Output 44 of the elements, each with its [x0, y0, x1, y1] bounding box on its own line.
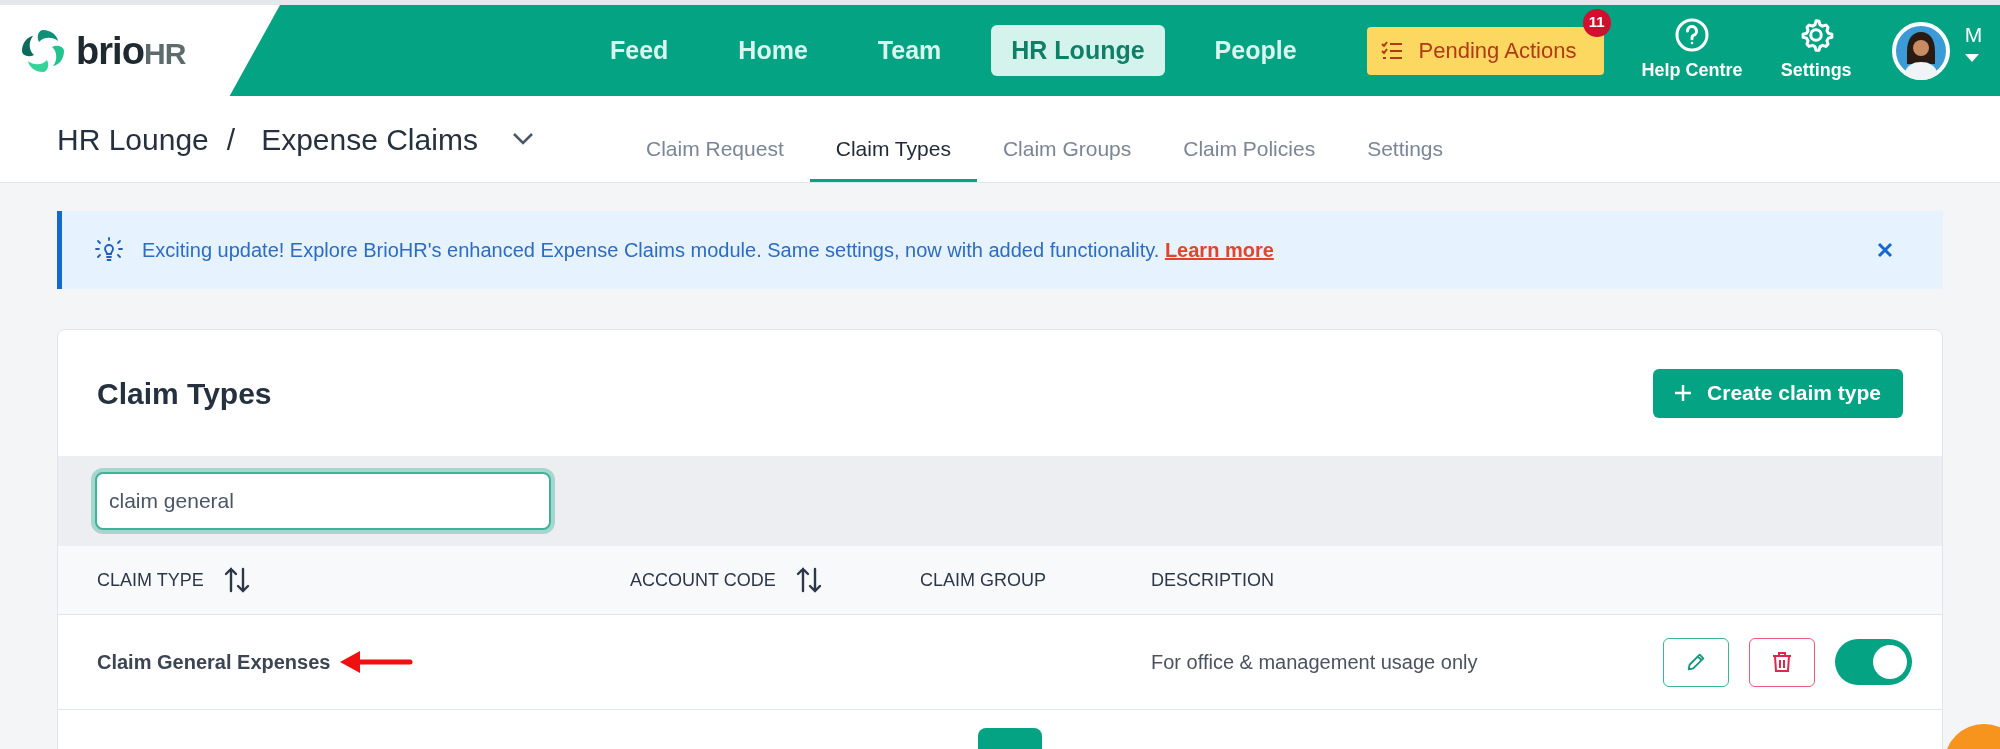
- toggle-switch[interactable]: [1835, 639, 1912, 686]
- edit-button[interactable]: [1663, 637, 1729, 687]
- table-cell-text: For office & management usage only: [1151, 650, 1478, 676]
- sort-icon[interactable]: [223, 566, 250, 595]
- avatar[interactable]: [1891, 21, 1950, 80]
- tab[interactable]: Claim Request: [620, 96, 810, 182]
- trash-icon: [1772, 651, 1792, 674]
- card-title: Claim Types: [97, 375, 272, 412]
- plus-icon: [1675, 385, 1692, 401]
- nav-item[interactable]: People: [1194, 24, 1317, 77]
- search-field[interactable]: claim general: [95, 471, 551, 530]
- nav-item[interactable]: Home: [718, 24, 828, 77]
- column-header: CLAIM TYPE: [97, 568, 204, 592]
- close-icon[interactable]: [1877, 242, 1893, 258]
- table-cell-text: Claim General Expenses: [97, 650, 331, 676]
- column-header: DESCRIPTION: [1151, 568, 1274, 592]
- logo-text: brioHR: [76, 31, 186, 70]
- nav-item[interactable]: Team: [857, 24, 962, 77]
- tab[interactable]: Claim Policies: [1157, 96, 1342, 182]
- banner-message: Exciting update! Explore BrioHR's enhanced Expense Claims module. Same settings, now with added functionality. Learn more: [142, 238, 1274, 263]
- notification-badge: 11: [1582, 8, 1611, 37]
- pending-actions-button[interactable]: Pending Actions: [1366, 26, 1604, 75]
- column-header: ACCOUNT CODE: [630, 568, 776, 592]
- tab[interactable]: Claim Groups: [976, 96, 1158, 182]
- breadcrumb-current: Expense Claims: [261, 121, 478, 158]
- user-initial: M: [1964, 24, 1983, 45]
- lightbulb-icon: [94, 237, 124, 263]
- delete-button[interactable]: [1749, 637, 1815, 687]
- utility-link[interactable]: Settings: [1780, 17, 1852, 84]
- help-icon: [1674, 17, 1711, 53]
- tab[interactable]: Settings: [1341, 96, 1470, 182]
- create-claim-type-button[interactable]: Create claim type: [1653, 368, 1903, 418]
- checklist-icon: [1380, 40, 1403, 61]
- tab[interactable]: Claim Types: [809, 96, 977, 182]
- sort-icon[interactable]: [795, 566, 822, 595]
- learn-more-link[interactable]: Learn more: [1164, 239, 1274, 261]
- dropdown-caret-icon[interactable]: [1964, 53, 1979, 63]
- chevron-down-icon[interactable]: [511, 132, 534, 146]
- breadcrumb-separator: /: [226, 121, 236, 158]
- utility-link[interactable]: Help Centre: [1641, 17, 1743, 84]
- nav-item[interactable]: Feed: [590, 24, 689, 77]
- breadcrumb-link[interactable]: HR Lounge: [57, 116, 209, 162]
- column-header: CLAIM GROUP: [920, 568, 1047, 592]
- nav-item[interactable]: HR Lounge: [991, 24, 1165, 77]
